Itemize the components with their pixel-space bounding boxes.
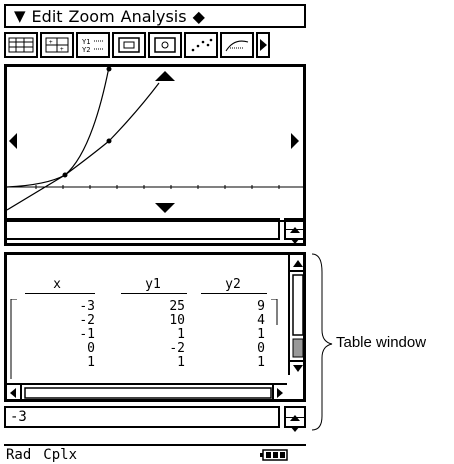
toolbar: + + Y1 Y2: [4, 32, 306, 60]
svg-text:+: +: [60, 46, 64, 53]
table-cell[interactable]: 1: [149, 327, 185, 342]
svg-text:+: +: [49, 39, 53, 46]
svg-text:Y1: Y1: [82, 38, 90, 46]
angle-mode-label: Rad: [6, 447, 32, 463]
table-cell[interactable]: 0: [59, 341, 95, 356]
menu-edit[interactable]: Edit: [32, 7, 63, 26]
menu-diamond[interactable]: ◆: [193, 7, 205, 26]
table-cell[interactable]: -2: [149, 341, 185, 356]
menu-dropdown-icon[interactable]: ▼: [14, 7, 26, 25]
graph-point: [106, 138, 112, 144]
split-view-button[interactable]: + +: [40, 32, 74, 58]
header-underline: [25, 293, 95, 294]
spin-down-icon[interactable]: [286, 230, 304, 244]
graph-curve-y2: [7, 82, 160, 211]
graph-entry-field[interactable]: [4, 218, 280, 240]
header-underline: [201, 293, 267, 294]
brace-icon: [311, 253, 333, 431]
pan-down-icon: [155, 203, 175, 213]
graph-canvas: [7, 67, 303, 222]
table-entry-field[interactable]: -3: [4, 406, 280, 428]
table-cell[interactable]: 10: [149, 313, 185, 328]
table-window-callout: Table window: [336, 334, 427, 351]
table-cell[interactable]: 9: [229, 299, 265, 314]
table-vertical-scrollbar[interactable]: [288, 255, 306, 375]
scroll-up-icon: [293, 260, 303, 267]
svg-text:Y2: Y2: [82, 46, 90, 54]
header-underline: [121, 293, 187, 294]
split-icon: + +: [45, 37, 69, 53]
table-cell[interactable]: 1: [149, 355, 185, 370]
scroll-left-icon: [10, 388, 16, 398]
scroll-down-icon: [293, 365, 303, 372]
scroll-thumb: [292, 338, 304, 358]
table-cell[interactable]: 1: [59, 355, 95, 370]
pan-right-icon: [291, 133, 299, 149]
plot-points-icon: [191, 38, 213, 52]
battery-icon: [260, 449, 288, 461]
table-cell[interactable]: -1: [59, 327, 95, 342]
graph-spin-button[interactable]: [284, 218, 306, 244]
graph-point: [106, 67, 112, 72]
table-cell[interactable]: 4: [229, 313, 265, 328]
zoom-fit-icon: [154, 37, 176, 53]
table-icon: [8, 37, 34, 53]
menu-analysis[interactable]: Analysis: [121, 7, 187, 26]
graph-point: [62, 172, 68, 178]
pan-left-icon: [9, 133, 17, 149]
table-spin-button[interactable]: [284, 406, 306, 432]
plot-points-button[interactable]: [184, 32, 218, 58]
zoom-fit-button[interactable]: [148, 32, 182, 58]
sketch-dy-icon: [225, 40, 249, 52]
triangle-right-icon: [260, 39, 267, 51]
menu-bar: ▼ Edit Zoom Analysis ◆: [4, 4, 306, 28]
table-cell[interactable]: -2: [59, 313, 95, 328]
zoom-box-button[interactable]: [112, 32, 146, 58]
table-cell[interactable]: 0: [229, 341, 265, 356]
table-window: x y1 y2 -3 25 9 -2 10 4 -1 1 1 0 -2 0 1 …: [4, 252, 306, 402]
table-view-button[interactable]: [4, 32, 38, 58]
zoom-box-icon: [118, 37, 140, 53]
toolbar-scroll-right-button[interactable]: [256, 32, 270, 58]
spin-up-icon[interactable]: [286, 408, 304, 421]
function-list-button[interactable]: Y1 Y2: [76, 32, 110, 58]
graph-curve-y1: [7, 67, 110, 188]
sketch-dy-button[interactable]: [220, 32, 254, 58]
column-header-y1[interactable]: y1: [123, 277, 183, 292]
menu-zoom[interactable]: Zoom: [69, 7, 115, 26]
spin-up-icon[interactable]: [286, 220, 304, 233]
function-list-icon: Y1 Y2: [82, 38, 104, 54]
pan-up-icon: [155, 71, 175, 81]
status-bar: Rad Cplx: [4, 444, 306, 464]
column-header-x[interactable]: x: [27, 277, 87, 292]
scroll-right-icon: [277, 388, 283, 398]
table-cell[interactable]: -3: [59, 299, 95, 314]
table-horizontal-scrollbar[interactable]: [7, 383, 287, 401]
table-cell[interactable]: 1: [229, 355, 265, 370]
complex-mode-label: Cplx: [43, 447, 78, 463]
column-header-y2[interactable]: y2: [203, 277, 263, 292]
table-cell[interactable]: 25: [149, 299, 185, 314]
table-cell[interactable]: 1: [229, 327, 265, 342]
calculator-screen: ▼ Edit Zoom Analysis ◆ + + Y1 Y2 x y1 y2…: [0, 0, 310, 464]
spin-down-icon[interactable]: [286, 418, 304, 432]
